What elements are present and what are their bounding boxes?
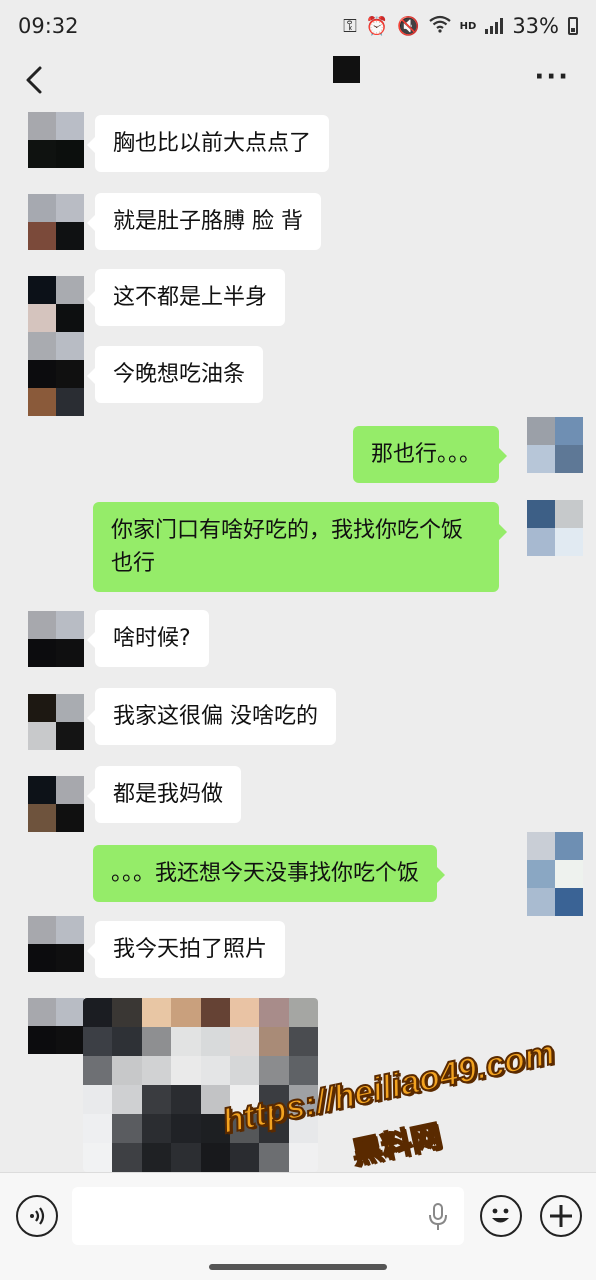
message-bubble-incoming[interactable]: 都是我妈做 — [86, 766, 242, 823]
contact-avatar[interactable] — [28, 112, 84, 168]
hd-badge: HD — [459, 20, 477, 32]
contact-avatar[interactable] — [28, 694, 84, 750]
plus-button[interactable] — [540, 1195, 582, 1237]
chat-header: ··· — [0, 52, 596, 108]
chat-title-redacted — [333, 56, 360, 83]
alarm-icon: ⏰ — [365, 15, 389, 37]
back-button[interactable] — [18, 60, 54, 100]
battery-icon — [568, 17, 578, 35]
self-avatar[interactable] — [527, 417, 583, 473]
voice-button[interactable] — [16, 1195, 58, 1237]
key-icon: ⚿ — [343, 15, 357, 37]
contact-avatar[interactable] — [28, 998, 84, 1054]
chevron-left-icon — [26, 66, 42, 94]
message-bubble-incoming[interactable]: 我家这很偏 没啥吃的 — [87, 688, 336, 745]
message-bubble-outgoing[interactable]: 你家门口有啥好吃的，我找你吃个饭也行 — [93, 502, 507, 592]
message-bubble-outgoing[interactable]: 那也行。。。 — [352, 426, 508, 483]
status-bar: 09:32 ⚿ ⏰ 🔇 HD 33% — [0, 0, 596, 52]
mute-icon: 🔇 — [397, 15, 420, 37]
message-bubble-outgoing[interactable]: 。。。我还想今天没事找你吃个饭 — [93, 845, 446, 902]
contact-avatar[interactable] — [28, 332, 84, 416]
voice-icon — [30, 1207, 45, 1225]
emoji-icon — [492, 1208, 509, 1223]
image-message[interactable] — [83, 998, 318, 1172]
message-bubble-incoming[interactable]: 就是肚子胳膊 脸 背 — [87, 193, 321, 250]
emoji-button[interactable] — [480, 1195, 522, 1237]
wifi-icon — [428, 15, 451, 38]
message-bubble-incoming[interactable]: 胸也比以前大点点了 — [86, 115, 330, 172]
mic-icon — [429, 1203, 447, 1230]
self-avatar[interactable] — [527, 832, 583, 916]
contact-avatar[interactable] — [28, 194, 84, 250]
more-button[interactable]: ··· — [534, 62, 570, 92]
message-text-input[interactable] — [72, 1187, 464, 1245]
contact-avatar[interactable] — [28, 916, 84, 972]
status-icons: ⚿ ⏰ 🔇 HD 33% — [343, 14, 578, 38]
message-bubble-incoming[interactable]: 这不都是上半身 — [86, 269, 286, 326]
status-time: 09:32 — [18, 14, 79, 38]
message-bubble-incoming[interactable]: 我今天拍了照片 — [86, 921, 286, 978]
mic-button[interactable] — [426, 1201, 450, 1233]
battery-percent: 33% — [512, 14, 559, 38]
contact-avatar[interactable] — [28, 276, 84, 332]
message-bubble-incoming[interactable]: 今晚想吃油条 — [86, 346, 264, 403]
message-bubble-incoming[interactable]: 啥时候? — [87, 610, 209, 667]
contact-avatar[interactable] — [28, 611, 84, 667]
self-avatar[interactable] — [527, 500, 583, 556]
signal-icon — [485, 18, 504, 34]
chat-message-list[interactable]: 胸也比以前大点点了 就是肚子胳膊 脸 背 这不都是上半身 今晚想吃油条 那也行。… — [0, 108, 596, 1172]
home-indicator[interactable] — [209, 1264, 387, 1270]
more-dots-icon: ··· — [534, 62, 570, 92]
contact-avatar[interactable] — [28, 776, 84, 832]
